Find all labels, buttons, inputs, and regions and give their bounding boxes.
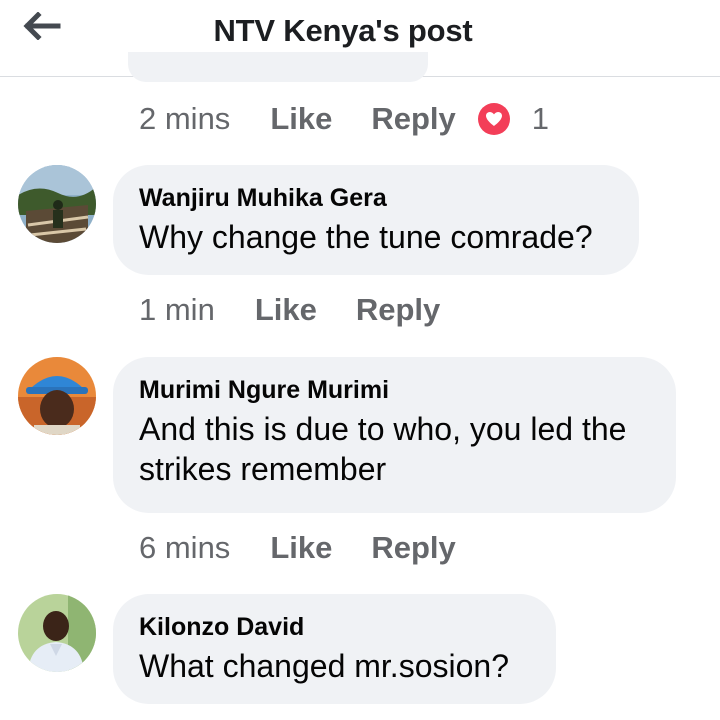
comment-author[interactable]: Kilonzo David: [139, 612, 530, 642]
reaction-count: 1: [531, 101, 550, 136]
reply-button[interactable]: Reply: [356, 292, 440, 328]
reply-button[interactable]: Reply: [371, 101, 455, 137]
comment-actions: 1 min Like Reply: [139, 290, 479, 330]
comment-author[interactable]: Murimi Ngure Murimi: [139, 375, 650, 405]
reply-button[interactable]: Reply: [371, 530, 455, 566]
comment-author[interactable]: Wanjiru Muhika Gera: [139, 183, 613, 213]
comment-time[interactable]: 1 min: [139, 292, 215, 328]
comment-text: What changed mr.sosion?: [139, 648, 509, 684]
reaction-summary[interactable]: 1: [477, 101, 550, 137]
comment-text: Why change the tune comrade?: [139, 219, 593, 255]
comment-actions: 6 mins Like Reply: [139, 528, 495, 568]
page-title: NTV Kenya's post: [213, 13, 473, 48]
comment-bubble[interactable]: Kilonzo David What changed mr.sosion?: [113, 594, 556, 704]
like-button[interactable]: Like: [270, 101, 332, 137]
comment-text: And this is due to who, you led the stri…: [139, 411, 627, 487]
like-button[interactable]: Like: [255, 292, 317, 328]
avatar[interactable]: [18, 594, 96, 672]
heart-reaction-icon: [477, 103, 510, 135]
previous-comment-bubble: [128, 52, 428, 82]
avatar[interactable]: [18, 357, 96, 435]
comment-bubble[interactable]: Wanjiru Muhika Gera Why change the tune …: [113, 165, 639, 275]
comment-time[interactable]: 2 mins: [139, 101, 230, 137]
comment-actions: 2 mins Like Reply 1: [139, 99, 549, 139]
like-button[interactable]: Like: [270, 530, 332, 566]
avatar[interactable]: [18, 165, 96, 243]
comment-bubble[interactable]: Murimi Ngure Murimi And this is due to w…: [113, 357, 676, 513]
comment-time[interactable]: 6 mins: [139, 530, 230, 566]
